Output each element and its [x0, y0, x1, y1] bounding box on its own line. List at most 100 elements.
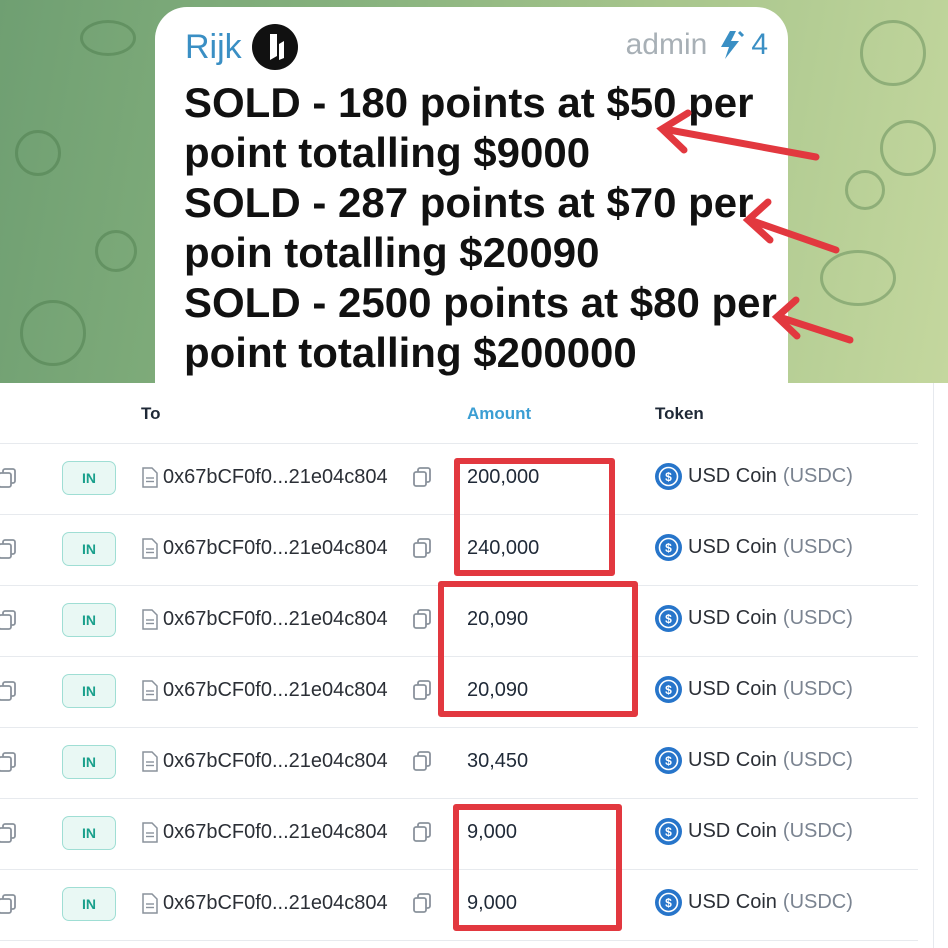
transfers-table: To Amount Token IN 0x67bCF0f0...21e04c80…: [0, 383, 948, 948]
message-line: point totalling $9000: [184, 129, 591, 176]
direction-badge: IN: [62, 887, 116, 921]
usdc-icon: $: [655, 889, 682, 916]
document-icon: [142, 538, 158, 559]
column-header-amount[interactable]: Amount: [467, 404, 531, 424]
copy-icon[interactable]: [412, 608, 432, 630]
svg-text:$: $: [665, 754, 672, 768]
message-text: SOLD - 180 points at $50 per point total…: [184, 78, 777, 378]
highlight-box: [454, 458, 615, 576]
doodle-circle: [20, 300, 86, 366]
usdc-icon: $: [655, 818, 682, 845]
copy-icon[interactable]: [0, 609, 18, 631]
document-icon: [142, 609, 158, 630]
copy-icon[interactable]: [0, 893, 18, 915]
copy-icon[interactable]: [412, 466, 432, 488]
message-header: Rijk: [185, 22, 298, 72]
doodle-circle: [820, 250, 896, 306]
message-line: SOLD - 180 points at $50 per: [184, 79, 754, 126]
lightning-boost-icon: [721, 30, 745, 59]
message-line: SOLD - 287 points at $70 per: [184, 179, 754, 226]
sender-name[interactable]: Rijk: [185, 28, 242, 67]
copy-icon[interactable]: [0, 822, 18, 844]
table-header: To Amount Token: [0, 383, 918, 444]
doodle-circle: [880, 120, 936, 176]
copy-icon[interactable]: [0, 680, 18, 702]
svg-text:$: $: [665, 825, 672, 839]
token-symbol: (USDC): [782, 749, 853, 771]
to-address[interactable]: 0x67bCF0f0...21e04c804: [163, 892, 388, 915]
svg-text:$: $: [665, 612, 672, 626]
doodle-circle: [95, 230, 137, 272]
token-cell[interactable]: $ USD Coin (USDC): [655, 534, 853, 561]
message-line: point totalling $200000: [184, 329, 637, 376]
to-address[interactable]: 0x67bCF0f0...21e04c804: [163, 750, 388, 773]
token-name[interactable]: USD Coin: [688, 891, 777, 914]
token-name[interactable]: USD Coin: [688, 536, 777, 559]
doodle-circle: [80, 20, 136, 56]
message-line: poin totalling $20090: [184, 229, 600, 276]
to-address[interactable]: 0x67bCF0f0...21e04c804: [163, 679, 388, 702]
token-cell[interactable]: $ USD Coin (USDC): [655, 676, 853, 703]
document-icon: [142, 467, 158, 488]
token-cell[interactable]: $ USD Coin (USDC): [655, 818, 853, 845]
usdc-icon: $: [655, 534, 682, 561]
doodle-circle: [845, 170, 885, 210]
copy-icon[interactable]: [0, 467, 18, 489]
highlight-box: [438, 581, 638, 717]
usdc-icon: $: [655, 676, 682, 703]
boost-count: 4: [751, 28, 768, 61]
copy-icon[interactable]: [412, 750, 432, 772]
table-row: IN 0x67bCF0f0...21e04c804 30,450 $ USD C…: [0, 727, 918, 799]
direction-badge: IN: [62, 816, 116, 850]
token-symbol: (USDC): [782, 536, 853, 558]
usdc-icon: $: [655, 747, 682, 774]
to-address[interactable]: 0x67bCF0f0...21e04c804: [163, 608, 388, 631]
svg-text:$: $: [665, 683, 672, 697]
token-name[interactable]: USD Coin: [688, 607, 777, 630]
token-cell[interactable]: $ USD Coin (USDC): [655, 605, 853, 632]
token-symbol: (USDC): [782, 820, 853, 842]
copy-icon[interactable]: [412, 892, 432, 914]
copy-icon[interactable]: [412, 679, 432, 701]
token-symbol: (USDC): [782, 891, 853, 913]
token-symbol: (USDC): [782, 465, 853, 487]
token-cell[interactable]: $ USD Coin (USDC): [655, 747, 853, 774]
token-symbol: (USDC): [782, 678, 853, 700]
direction-badge: IN: [62, 461, 116, 495]
direction-badge: IN: [62, 745, 116, 779]
token-name[interactable]: USD Coin: [688, 749, 777, 772]
copy-icon[interactable]: [412, 537, 432, 559]
copy-icon[interactable]: [0, 751, 18, 773]
to-address[interactable]: 0x67bCF0f0...21e04c804: [163, 821, 388, 844]
usdc-icon: $: [655, 463, 682, 490]
copy-icon[interactable]: [0, 538, 18, 560]
svg-text:$: $: [665, 896, 672, 910]
svg-text:$: $: [665, 470, 672, 484]
token-name[interactable]: USD Coin: [688, 465, 777, 488]
document-icon: [142, 893, 158, 914]
doodle-circle: [15, 130, 61, 176]
document-icon: [142, 751, 158, 772]
admin-label: admin: [625, 28, 708, 61]
column-header-token: Token: [655, 404, 704, 423]
usdc-icon: $: [655, 605, 682, 632]
token-cell[interactable]: $ USD Coin (USDC): [655, 889, 853, 916]
direction-badge: IN: [62, 674, 116, 708]
copy-icon[interactable]: [412, 821, 432, 843]
channel-logo-icon[interactable]: [251, 24, 298, 70]
token-symbol: (USDC): [782, 607, 853, 629]
divider: [933, 383, 934, 948]
message-line: SOLD - 2500 points at $80 per: [184, 279, 777, 326]
direction-badge: IN: [62, 603, 116, 637]
doodle-circle: [860, 20, 926, 86]
column-header-to: To: [141, 404, 161, 423]
document-icon: [142, 680, 158, 701]
to-address[interactable]: 0x67bCF0f0...21e04c804: [163, 466, 388, 489]
svg-text:$: $: [665, 541, 672, 555]
token-cell[interactable]: $ USD Coin (USDC): [655, 463, 853, 490]
direction-badge: IN: [62, 532, 116, 566]
document-icon: [142, 822, 158, 843]
token-name[interactable]: USD Coin: [688, 820, 777, 843]
to-address[interactable]: 0x67bCF0f0...21e04c804: [163, 537, 388, 560]
token-name[interactable]: USD Coin: [688, 678, 777, 701]
